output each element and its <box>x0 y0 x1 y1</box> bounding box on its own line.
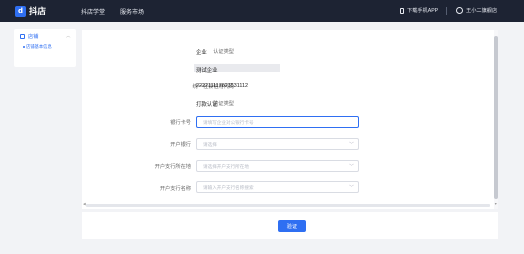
bank-select[interactable]: 请选择 ﹀ <box>196 138 359 150</box>
store-icon <box>20 34 25 39</box>
cert-type-label: 认证类型 <box>213 49 234 55</box>
bank-branch-select[interactable]: 请输入开户支行名称搜索 ﹀ <box>196 181 359 193</box>
doudian-logo-icon: d <box>15 5 26 17</box>
avatar-icon <box>456 7 463 14</box>
download-app-link[interactable]: 下载手机APP <box>400 7 438 14</box>
bank-region-placeholder: 请选择开户支行所在地 <box>203 164 249 169</box>
bank-label: 开户银行 <box>170 142 191 148</box>
credit-code-value: 222211117823531112 <box>196 83 248 89</box>
chevron-down-icon: ﹀ <box>348 142 354 148</box>
cert-type-value: 企业 <box>196 50 207 56</box>
user-name: 王小二旗舰店 <box>466 8 498 14</box>
company-name-value: 测试企业 <box>196 68 218 74</box>
chevron-up-icon[interactable]: ︿ <box>66 33 71 39</box>
bank-placeholder: 请选择 <box>203 142 217 147</box>
bank-card-placeholder: 请填写企业对公银行卡号 <box>203 120 254 125</box>
phone-icon <box>400 7 404 14</box>
top-bar: d 抖店 抖店学堂 服务市场 下载手机APP 王小二旗舰店 <box>0 0 524 22</box>
sidebar-item-store-info[interactable]: 店铺基本信息 <box>26 44 52 50</box>
verify-type-value: 打款认证 <box>196 102 218 108</box>
scroll-down-arrow-icon[interactable]: ▼ <box>494 202 497 206</box>
sidebar-group-label: 店铺 <box>28 34 39 40</box>
sidebar: 店铺 ︿ 店铺基本信息 <box>14 29 76 67</box>
bank-region-label: 开户支行所在地 <box>154 164 191 170</box>
nav-academy[interactable]: 抖店学堂 <box>81 7 105 16</box>
bank-branch-label: 开户支行名称 <box>159 186 191 192</box>
divider <box>446 7 447 15</box>
nav-service-market[interactable]: 服务市场 <box>120 7 144 16</box>
download-app-label: 下载手机APP <box>407 8 439 14</box>
chevron-down-icon: ﹀ <box>348 185 354 191</box>
scrollbar-thumb[interactable] <box>494 36 498 199</box>
chevron-down-icon: ﹀ <box>348 164 354 170</box>
verify-button[interactable]: 验证 <box>278 220 306 232</box>
bank-branch-placeholder: 请输入开户支行名称搜索 <box>203 185 254 190</box>
scroll-left-arrow-icon[interactable]: ◀ <box>83 202 86 206</box>
bank-card-input[interactable]: 请填写企业对公银行卡号 <box>196 116 359 128</box>
active-dot <box>23 46 25 48</box>
bank-region-select[interactable]: 请选择开户支行所在地 ﹀ <box>196 160 359 172</box>
user-menu[interactable]: 王小二旗舰店 <box>456 7 497 14</box>
bank-card-label: 银行卡号 <box>170 120 191 126</box>
horizontal-scrollbar[interactable] <box>86 204 490 207</box>
brand-logo[interactable]: d 抖店 <box>15 5 46 17</box>
sidebar-group-store[interactable]: 店铺 <box>20 33 38 40</box>
brand-name: 抖店 <box>29 6 47 16</box>
